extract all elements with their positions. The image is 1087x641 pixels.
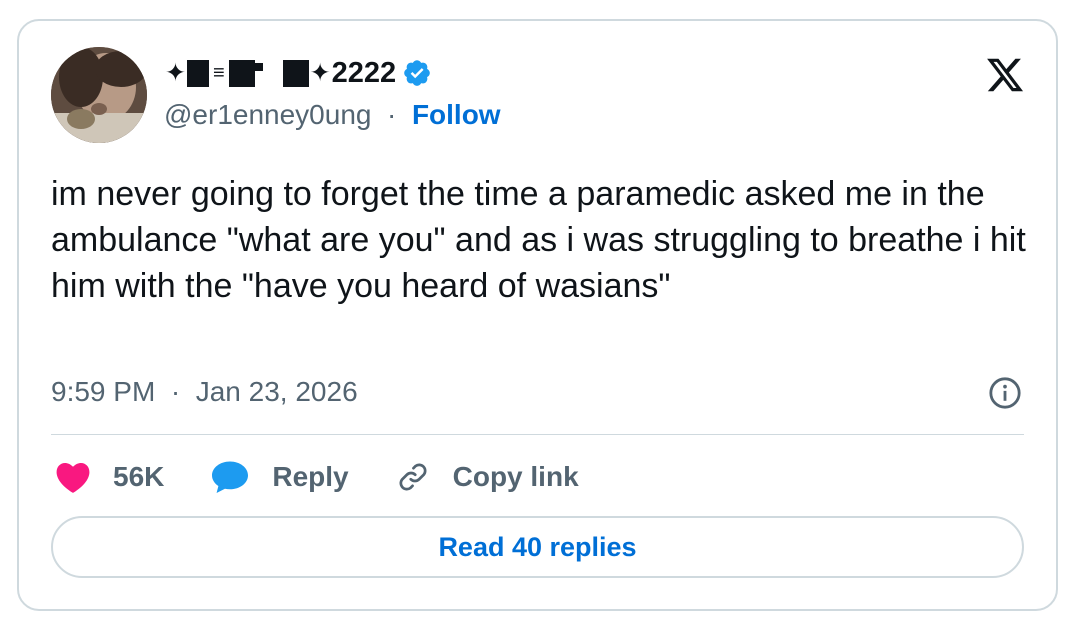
avatar[interactable] xyxy=(51,47,147,143)
timestamp-row[interactable]: 9:59 PM · Jan 23, 2026 xyxy=(51,376,358,408)
tweet-time: 9:59 PM xyxy=(51,376,156,407)
avatar-image xyxy=(51,47,147,143)
tweet-card: ✦ ≡ ✦ 2222 @er1enney0ung · Follow im nev… xyxy=(17,19,1058,611)
verified-badge-icon xyxy=(404,60,430,86)
sparkle-glyph: ✦ xyxy=(165,59,186,87)
separator: · xyxy=(379,99,405,130)
redacted-block xyxy=(228,59,255,87)
read-replies-button[interactable]: Read 40 replies xyxy=(51,516,1024,578)
tweet-text: im never going to forget the time a para… xyxy=(51,175,1026,305)
menu-glyph: ≡ xyxy=(212,61,225,84)
handle[interactable]: @er1enney0ung xyxy=(164,99,371,130)
redacted-block xyxy=(186,59,209,87)
heart-icon xyxy=(56,463,90,493)
display-name-suffix: 2222 xyxy=(331,56,397,89)
redacted-block xyxy=(254,63,263,71)
like-button[interactable]: 56K xyxy=(55,460,164,494)
divider xyxy=(51,434,1024,435)
display-name[interactable]: ✦ ≡ ✦ 2222 xyxy=(164,55,432,91)
reply-bubble-icon xyxy=(212,461,249,494)
like-count: 56K xyxy=(113,461,165,492)
sparkle-glyph: ✦ xyxy=(309,59,331,87)
x-logo-icon[interactable] xyxy=(984,55,1026,95)
follow-button[interactable]: Follow xyxy=(412,99,501,130)
reply-label: Reply xyxy=(272,461,349,492)
info-icon[interactable] xyxy=(988,376,1022,410)
reply-button[interactable]: Reply xyxy=(210,459,349,495)
copy-link-label: Copy link xyxy=(452,461,579,492)
separator: · xyxy=(163,376,188,407)
action-bar: 56K Reply Copy link xyxy=(55,457,625,497)
link-icon xyxy=(399,463,427,491)
copy-link-button[interactable]: Copy link xyxy=(395,459,579,495)
redacted-block xyxy=(282,59,309,87)
tweet-date: Jan 23, 2026 xyxy=(195,376,358,407)
handle-row: @er1enney0ung · Follow xyxy=(164,99,501,131)
